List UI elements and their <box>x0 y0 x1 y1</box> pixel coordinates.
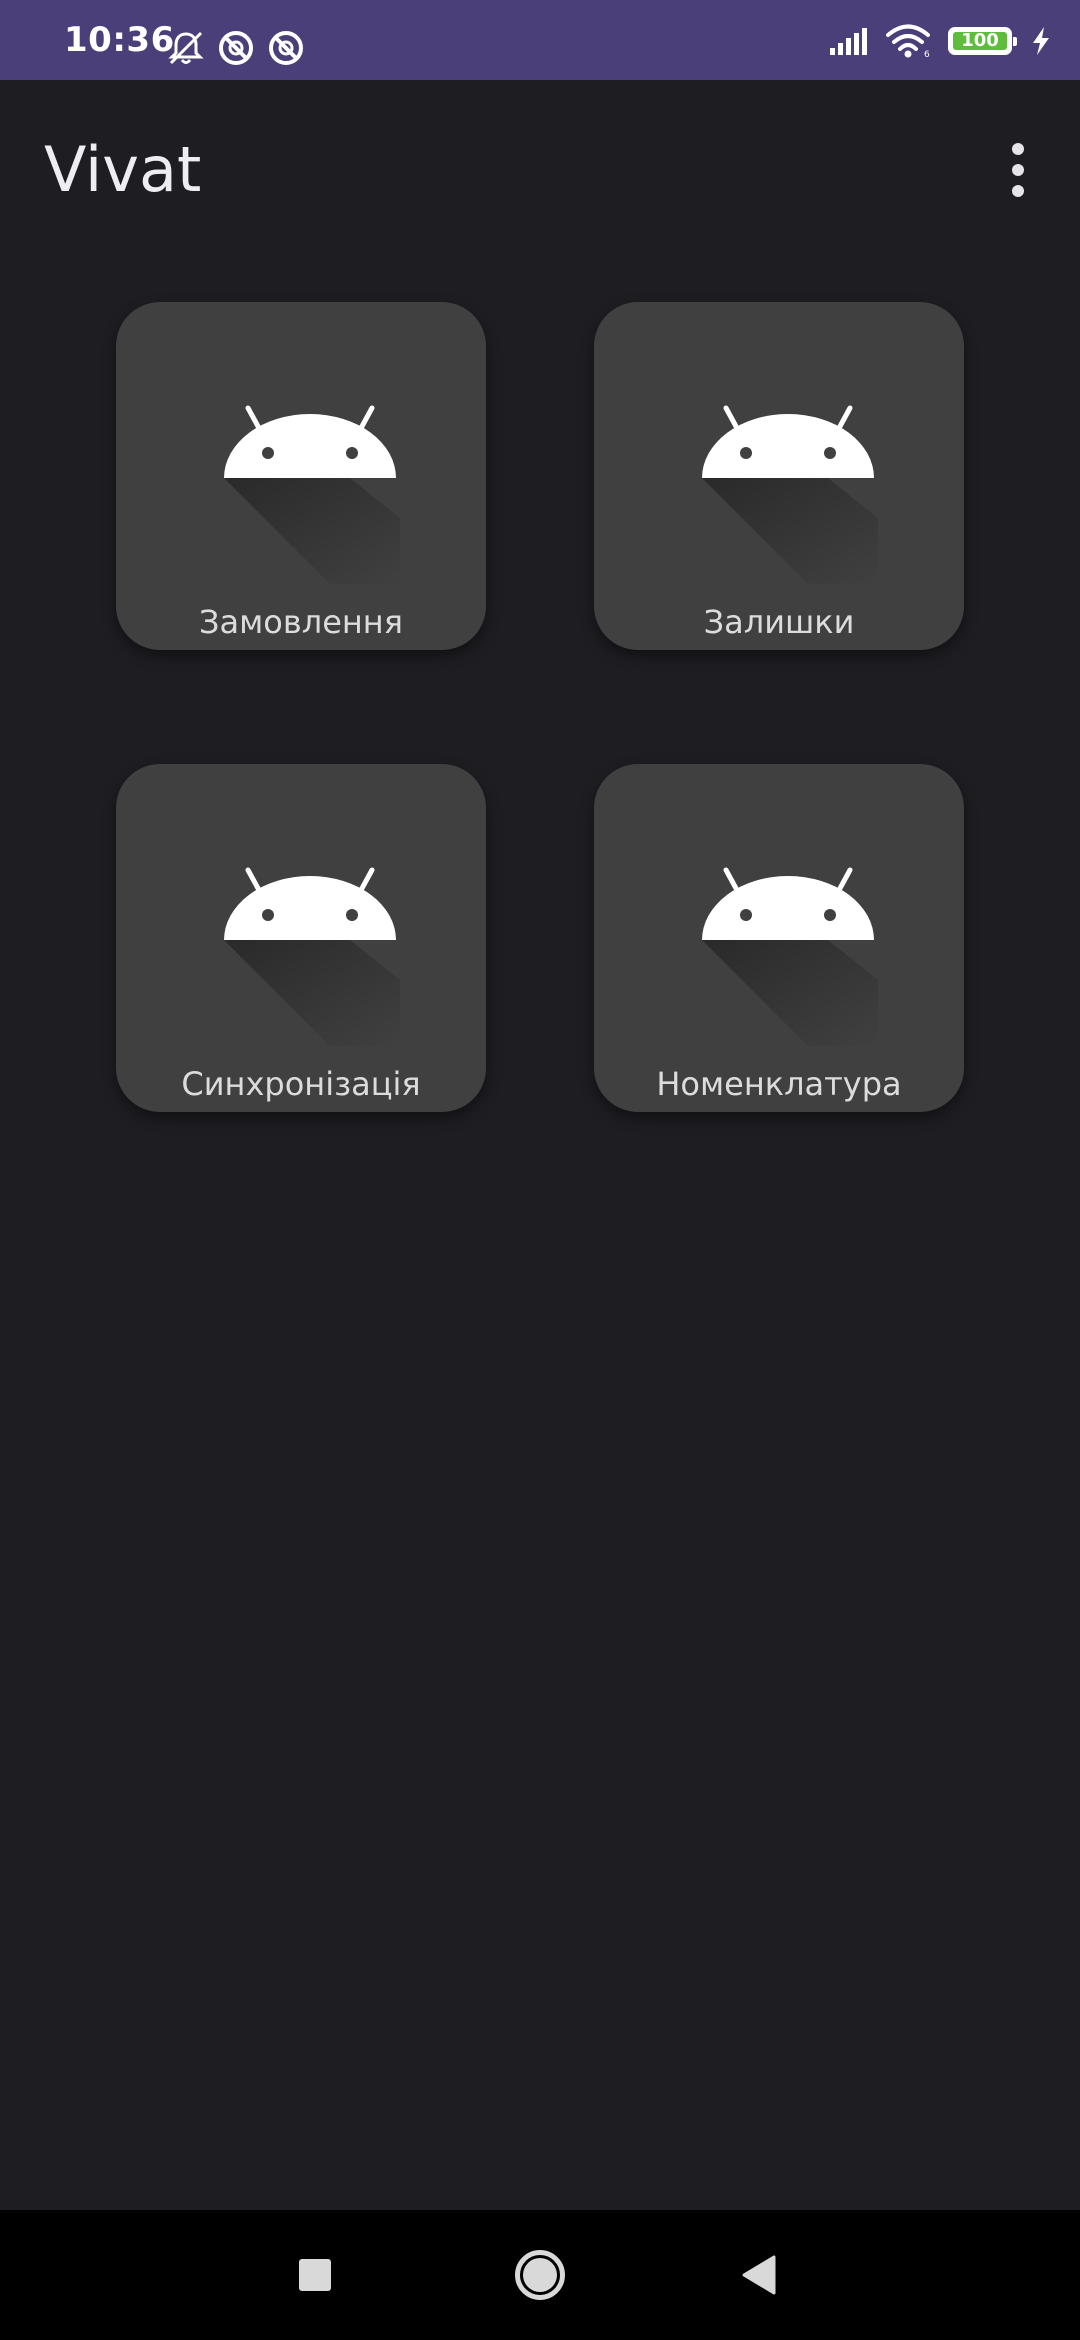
tile-sync[interactable]: Синхронізація <box>116 764 486 1112</box>
signal-icon <box>830 28 867 55</box>
tile-stock[interactable]: Залишки <box>594 302 964 650</box>
svg-text:6: 6 <box>924 50 930 58</box>
status-time: 10:36 <box>64 20 175 60</box>
status-right: 6 100 <box>828 24 1052 58</box>
tile-orders[interactable]: Замовлення <box>116 302 486 650</box>
wifi-icon: 6 <box>886 24 930 58</box>
android-icon <box>220 398 400 608</box>
sync-disabled-icon <box>219 31 253 65</box>
back-icon[interactable] <box>715 2230 805 2320</box>
app-title: Vivat <box>44 133 202 206</box>
sync-disabled-icon <box>269 31 303 65</box>
android-icon <box>698 398 878 608</box>
navigation-bar <box>0 2210 1080 2340</box>
home-icon[interactable] <box>495 2230 585 2320</box>
battery-level: 100 <box>961 30 999 51</box>
recents-icon[interactable] <box>270 2230 360 2320</box>
more-vert-icon[interactable] <box>968 120 1068 220</box>
status-left-icons <box>166 28 306 68</box>
tile-label: Номенклатура <box>656 1065 902 1103</box>
android-icon <box>220 860 400 1070</box>
battery-icon: 100 <box>948 27 1017 55</box>
screen: 10:36 6 100 Vivat Замовлення Залишки Син… <box>0 0 1080 2340</box>
charging-icon <box>1033 27 1049 55</box>
notifications-off-icon <box>168 31 204 65</box>
app-bar: Vivat <box>0 80 1080 260</box>
tile-items[interactable]: Номенклатура <box>594 764 964 1112</box>
tile-label: Синхронізація <box>181 1065 421 1103</box>
tile-label: Замовлення <box>199 603 403 641</box>
status-bar: 10:36 6 100 <box>0 0 1080 80</box>
android-icon <box>698 860 878 1070</box>
tile-label: Залишки <box>703 603 855 641</box>
